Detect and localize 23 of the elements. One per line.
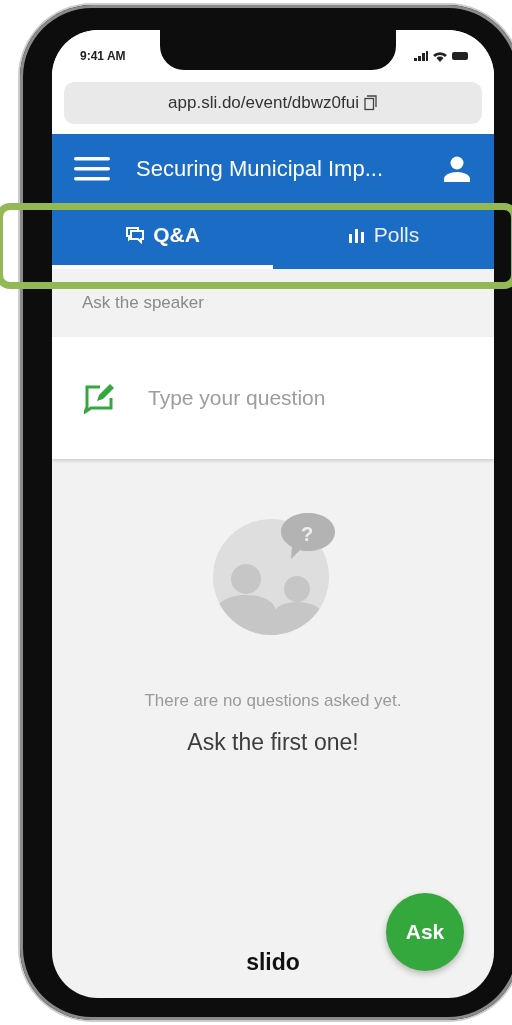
section-label: Ask the speaker [82,293,204,313]
empty-prompt: Ask the first one! [187,729,359,756]
copy-icon[interactable] [363,95,378,111]
question-field[interactable]: Type your question [148,386,494,410]
menu-icon [74,157,110,181]
signal-icon [414,51,428,61]
battery-icon [452,52,468,60]
wifi-icon [433,50,447,62]
profile-button[interactable] [444,156,470,182]
tab[interactable]: Q&A [52,204,273,269]
address-bar[interactable]: app.sli.do/event/dbwz0fui [64,82,482,124]
slido-logo: slido [246,949,300,975]
tab[interactable]: Polls [273,204,494,269]
status-time: 9:41 AM [80,49,126,63]
ask-button[interactable]: Ask [386,893,464,971]
person-icon [444,156,470,182]
speech-bubble-icon [281,513,335,559]
event-title: Securing Municipal Imp... [136,156,384,182]
bar-chart-icon [347,226,366,243]
question-mark: ? [300,523,314,545]
menu-button[interactable] [74,157,110,181]
empty-message: There are no questions asked yet. [144,691,402,711]
chat-bubbles-icon [125,225,146,244]
